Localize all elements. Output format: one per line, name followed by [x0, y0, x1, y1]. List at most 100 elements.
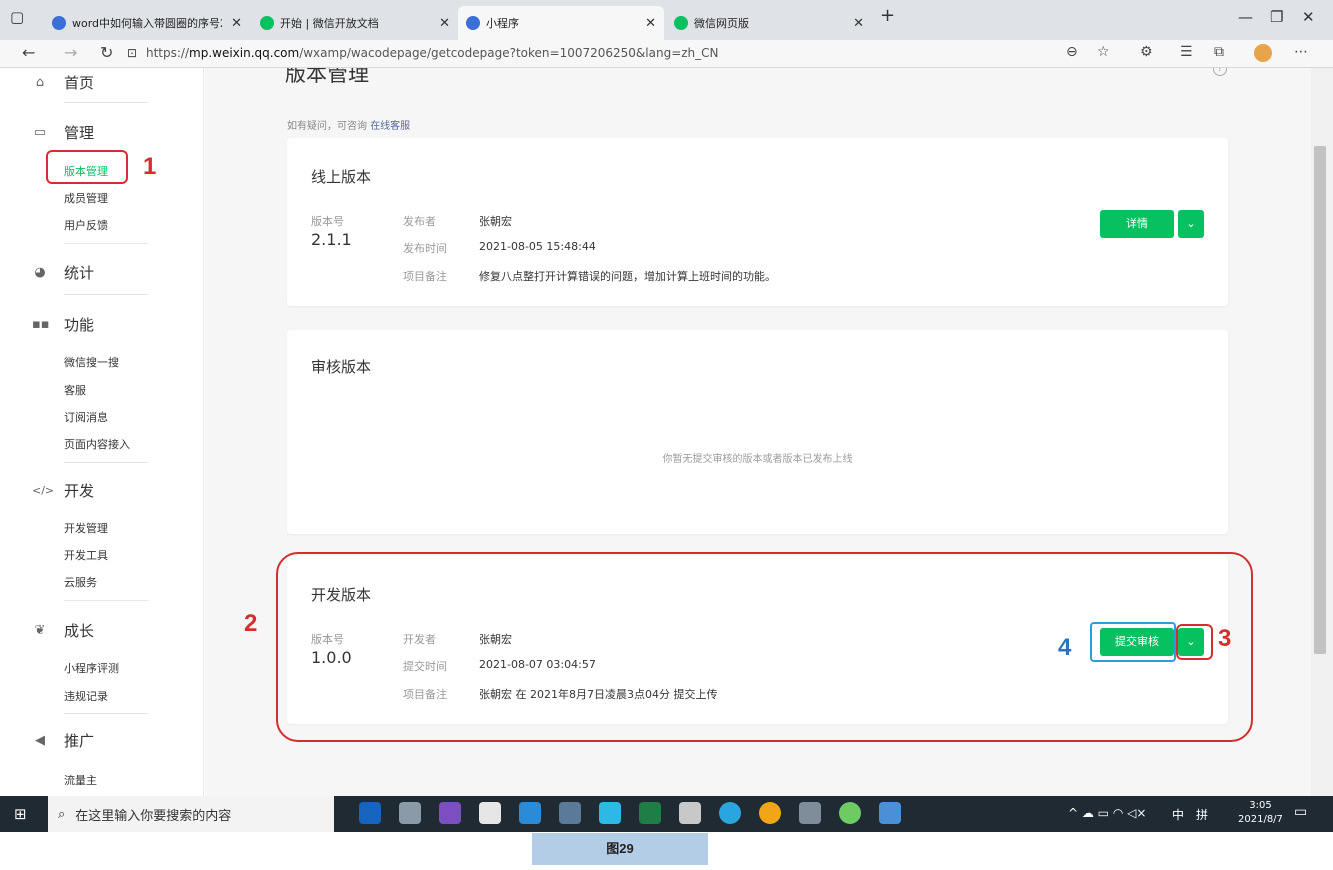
tab-actions-icon[interactable]: ▢: [10, 8, 24, 26]
sidebar-features[interactable]: ▪▪ 功能: [32, 314, 94, 335]
details-button[interactable]: 详情: [1100, 210, 1174, 238]
inbox-icon: ▭: [33, 125, 47, 140]
sidebar-item-evaluation[interactable]: 小程序评测: [64, 660, 119, 676]
sidebar-item-search[interactable]: 微信搜一搜: [64, 354, 119, 370]
taskbar-clock[interactable]: 3:05 2021/8/7: [1238, 799, 1283, 827]
windows-taskbar: ⊞ ⌕ 在这里输入你要搜索的内容 ^ ☁ ▭ ◠ ◁× 中 拼 3:05 202…: [0, 796, 1333, 832]
grid-icon: ▪▪: [32, 317, 50, 332]
sidebar-item-dev-management[interactable]: 开发管理: [64, 520, 108, 536]
zoom-icon[interactable]: ⊖: [1066, 44, 1078, 60]
app-icon[interactable]: [879, 802, 901, 824]
sidebar-label: 功能: [64, 316, 95, 334]
sidebar-item-traffic[interactable]: 流量主: [64, 772, 97, 788]
sidebar-label: 成长: [64, 622, 95, 640]
taskbar-search[interactable]: ⌕ 在这里输入你要搜索的内容: [48, 796, 334, 832]
edge-icon[interactable]: [719, 802, 741, 824]
clock-date: 2021/8/7: [1238, 814, 1283, 825]
vscode-icon[interactable]: [519, 802, 541, 824]
pie-chart-icon: ◕: [34, 265, 46, 280]
wechat-devtools-icon[interactable]: [839, 802, 861, 824]
eclipse-icon[interactable]: [479, 802, 501, 824]
divider: [64, 600, 148, 601]
more-icon[interactable]: ⋯: [1294, 44, 1308, 60]
page-title: 版本管理: [285, 68, 369, 86]
mini-program-icon: [466, 16, 480, 30]
dev-tool-icon[interactable]: [599, 802, 621, 824]
new-tab-button[interactable]: +: [880, 5, 895, 26]
outlook-icon[interactable]: [359, 802, 381, 824]
collections-icon[interactable]: ⧉: [1214, 44, 1224, 60]
url-prefix: https://: [146, 46, 190, 60]
ime-mode[interactable]: 拼: [1196, 806, 1208, 823]
annotation-box-3: [1176, 624, 1213, 660]
windows-start-icon[interactable]: ⊞: [14, 805, 27, 823]
scrollbar-thumb[interactable]: [1314, 146, 1326, 654]
annotation-number-1: 1: [143, 153, 157, 180]
tab-wechat-docs[interactable]: 开始 | 微信开放文档 ✕: [252, 8, 458, 38]
database-icon[interactable]: [559, 802, 581, 824]
sidebar-item-cloud[interactable]: 云服务: [64, 574, 97, 590]
annotation-box-1: [46, 150, 128, 184]
publisher-label: 发布者: [403, 215, 436, 228]
sidebar-dev[interactable]: </> 开发: [32, 480, 94, 501]
sidebar-promo[interactable]: ◀ 推广: [32, 730, 94, 751]
paint-icon[interactable]: [399, 802, 421, 824]
tab-mini-program[interactable]: 小程序 ✕: [458, 6, 664, 40]
calculator-icon[interactable]: [799, 802, 821, 824]
help-icon[interactable]: ?: [1213, 68, 1227, 76]
online-version-card: 线上版本 版本号 2.1.1 发布者 张朝宏 发布时间 2021-08-05 1…: [287, 138, 1228, 306]
sidebar-home[interactable]: ⌂ 首页: [32, 72, 94, 93]
close-icon[interactable]: ✕: [439, 16, 450, 31]
figure-caption: 图29: [532, 833, 708, 865]
sidebar-item-members[interactable]: 成员管理: [64, 190, 108, 206]
sidebar-item-content-access[interactable]: 页面内容接入: [64, 436, 130, 452]
annotation-number-3: 3: [1218, 625, 1232, 652]
close-window-icon[interactable]: ✕: [1302, 8, 1315, 26]
close-icon[interactable]: ✕: [645, 16, 656, 31]
notepad-icon[interactable]: [679, 802, 701, 824]
sidebar-item-dev-tools[interactable]: 开发工具: [64, 547, 108, 563]
back-icon[interactable]: ←: [22, 43, 35, 62]
forward-icon[interactable]: →: [64, 43, 77, 62]
sprout-icon: ❦: [34, 623, 46, 638]
close-icon[interactable]: ✕: [231, 16, 242, 31]
sidebar-item-violations[interactable]: 违规记录: [64, 688, 108, 704]
close-icon[interactable]: ✕: [853, 16, 864, 31]
favorites-icon[interactable]: ☰: [1180, 44, 1193, 60]
refresh-icon[interactable]: ↻: [100, 43, 113, 62]
tab-label: 小程序: [486, 17, 519, 30]
tab-wechat-web[interactable]: 微信网页版 ✕: [666, 8, 872, 38]
tray-icons[interactable]: ^ ☁ ▭ ◠ ◁×: [1068, 806, 1146, 820]
excel-icon[interactable]: [639, 802, 661, 824]
tab-label: 微信网页版: [694, 17, 749, 30]
minimize-icon[interactable]: —: [1238, 8, 1253, 26]
ime-indicator[interactable]: 中: [1172, 806, 1184, 823]
favorite-add-icon[interactable]: ☆: [1097, 44, 1110, 60]
sidebar-item-subscription[interactable]: 订阅消息: [64, 409, 108, 425]
lock-icon[interactable]: ⊡: [127, 46, 137, 60]
sidebar-item-feedback[interactable]: 用户反馈: [64, 217, 108, 233]
sidebar-item-customer-service[interactable]: 客服: [64, 382, 86, 398]
sidebar-manage[interactable]: ▭ 管理: [32, 122, 94, 143]
restore-icon[interactable]: ❐: [1270, 8, 1283, 26]
note-label: 项目备注: [403, 270, 447, 283]
online-support-link[interactable]: 在线客服: [370, 121, 410, 132]
url-field[interactable]: https://mp.weixin.qq.com/wxamp/wacodepag…: [146, 46, 719, 60]
url-path: /wxamp/wacodepage/getcodepage?token=1007…: [299, 46, 719, 60]
tab-label: 开始 | 微信开放文档: [280, 17, 379, 30]
extensions-icon[interactable]: ⚙: [1140, 44, 1153, 60]
avatar[interactable]: [1254, 44, 1272, 62]
sidebar-stats[interactable]: ◕ 统计: [32, 262, 94, 283]
tab-word-circle-numbers[interactable]: word中如何输入带圆圈的序号2 ✕: [44, 8, 250, 38]
online-more-button[interactable]: ⌄: [1178, 210, 1204, 238]
sidebar-growth[interactable]: ❦ 成长: [32, 620, 94, 641]
empty-state-text: 你暂无提交审核的版本或者版本已发布上线: [662, 454, 853, 465]
visual-studio-icon[interactable]: [439, 802, 461, 824]
help-tip: 如有疑问，可咨询 在线客服: [287, 117, 410, 132]
url-host: mp.weixin.qq.com: [189, 46, 300, 60]
annotation-number-2: 2: [244, 610, 258, 637]
notification-icon[interactable]: ▭: [1294, 804, 1307, 820]
divider: [64, 294, 148, 295]
search-placeholder: 在这里输入你要搜索的内容: [75, 808, 232, 824]
chrome-icon[interactable]: [759, 802, 781, 824]
